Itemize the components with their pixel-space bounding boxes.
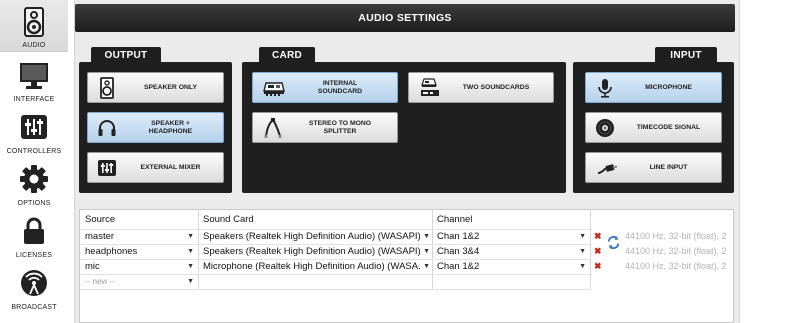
- button-label: TWO SOUNDCARDS: [462, 83, 530, 91]
- column-header-source: Source: [85, 214, 116, 225]
- vinyl-icon: [596, 118, 614, 137]
- chevron-down-icon: ▼: [579, 248, 586, 255]
- button-label: TIMECODE SIGNAL: [636, 123, 701, 131]
- sidebar: AUDIO INTERFACE CONTROLLERS OPTIONS LICE…: [0, 0, 68, 323]
- soundcard-select[interactable]: Speakers (Realtek High Definition Audio)…: [200, 245, 430, 260]
- sidebar-item-label: BROADCAST: [11, 304, 57, 311]
- stereo-to-mono-splitter-button[interactable]: STEREO TO MONO SPLITTER: [252, 112, 398, 143]
- channel-select[interactable]: Chan 3&4 ▼: [434, 245, 588, 260]
- timecode-signal-button[interactable]: TIMECODE SIGNAL: [585, 112, 722, 143]
- source-select[interactable]: mic ▼: [82, 260, 196, 275]
- channel-select[interactable]: Chan 1&2 ▼: [434, 260, 588, 275]
- button-label: SPEAKER ONLY: [143, 83, 197, 91]
- column-header-channel: Channel: [437, 214, 473, 225]
- chevron-down-icon: ▼: [187, 248, 194, 255]
- output-panel: SPEAKER ONLY SPEAKER + HEADPHONE EXTERNA…: [79, 62, 232, 193]
- chevron-down-icon: ▼: [579, 263, 586, 270]
- two-soundcards-icon: [421, 77, 439, 96]
- refresh-icon[interactable]: [606, 235, 621, 250]
- button-label: INTERNAL: [322, 79, 358, 87]
- chevron-down-icon: ▼: [423, 233, 430, 240]
- splitter-cable-icon: [264, 117, 282, 138]
- sidebar-item-broadcast[interactable]: BROADCAST: [0, 261, 68, 313]
- mixer-sliders-icon: [21, 115, 47, 139]
- speaker-headphone-button[interactable]: SPEAKER + HEADPHONE: [87, 112, 224, 143]
- format-info: 44100 Hz, 32-bit (float), 2: [625, 261, 727, 271]
- line-input-button[interactable]: LINE INPUT: [585, 152, 722, 183]
- broadcast-icon: [21, 270, 47, 296]
- button-label: MICROPHONE: [645, 83, 692, 91]
- sidebar-item-label: INTERFACE: [13, 96, 55, 103]
- routing-table: Source Sound Card Channel master ▼ Speak…: [79, 209, 734, 323]
- headphone-icon: [98, 119, 116, 136]
- sidebar-item-label: AUDIO: [22, 42, 46, 49]
- button-label: STEREO TO MONO: [308, 119, 372, 127]
- remove-icon[interactable]: ✖: [594, 246, 602, 257]
- soundcard-icon: [263, 81, 285, 96]
- card-panel: INTERNAL SOUNDCARD TWO SOUNDCARDS STEREO…: [242, 62, 566, 193]
- audio-settings-window: AUDIO INTERFACE CONTROLLERS OPTIONS LICE…: [0, 0, 800, 323]
- format-info: 44100 Hz, 32-bit (float), 2: [625, 231, 727, 241]
- mixer-icon: [98, 159, 116, 176]
- lock-icon: [24, 217, 44, 244]
- chevron-down-icon: ▼: [423, 248, 430, 255]
- source-select[interactable]: headphones ▼: [82, 245, 196, 260]
- microphone-button[interactable]: MICROPHONE: [585, 72, 722, 103]
- sidebar-item-interface[interactable]: INTERFACE: [0, 53, 68, 105]
- sidebar-item-controllers[interactable]: CONTROLLERS: [0, 105, 68, 157]
- button-label: EXTERNAL MIXER: [140, 163, 201, 171]
- internal-soundcard-button[interactable]: INTERNAL SOUNDCARD: [252, 72, 398, 103]
- new-source-select[interactable]: -- new -- ▼: [82, 275, 196, 290]
- sidebar-item-licenses[interactable]: LICENSES: [0, 209, 68, 261]
- chevron-down-icon: ▼: [187, 233, 194, 240]
- button-label-line2: HEADPHONE: [148, 127, 193, 135]
- button-label: LINE INPUT: [649, 163, 688, 171]
- microphone-icon: [598, 78, 612, 98]
- sidebar-item-label: OPTIONS: [17, 200, 51, 207]
- two-soundcards-button[interactable]: TWO SOUNDCARDS: [408, 72, 554, 103]
- line-cable-icon: [597, 163, 618, 174]
- button-label: SPEAKER +: [151, 119, 190, 127]
- channel-select[interactable]: Chan 1&2 ▼: [434, 230, 588, 245]
- speaker-only-button[interactable]: SPEAKER ONLY: [87, 72, 224, 103]
- sidebar-item-options[interactable]: OPTIONS: [0, 157, 68, 209]
- button-label-line2: SOUNDCARD: [317, 87, 363, 95]
- remove-icon[interactable]: ✖: [594, 231, 602, 242]
- source-select[interactable]: master ▼: [82, 230, 196, 245]
- sidebar-item-label: LICENSES: [15, 252, 53, 259]
- chevron-down-icon: ▼: [423, 263, 430, 270]
- sidebar-item-label: CONTROLLERS: [6, 148, 62, 155]
- chevron-down-icon: ▼: [187, 263, 194, 270]
- soundcard-select[interactable]: Microphone (Realtek High Definition Audi…: [200, 260, 430, 275]
- page-title: AUDIO SETTINGS: [75, 4, 735, 32]
- monitor-icon: [20, 63, 48, 89]
- column-header-soundcard: Sound Card: [203, 214, 254, 225]
- main-panel: AUDIO SETTINGS OUTPUT SPEAKER ONLY SPEAK…: [74, 0, 740, 323]
- format-info: 44100 Hz, 32-bit (float), 2: [625, 246, 727, 256]
- button-label-line2: SPLITTER: [323, 127, 357, 135]
- gear-icon: [20, 165, 48, 193]
- speaker-icon: [100, 76, 114, 99]
- soundcard-select[interactable]: Speakers (Realtek High Definition Audio)…: [200, 230, 430, 245]
- external-mixer-button[interactable]: EXTERNAL MIXER: [87, 152, 224, 183]
- remove-icon[interactable]: ✖: [594, 261, 602, 272]
- input-panel: MICROPHONE TIMECODE SIGNAL LINE INPUT: [573, 62, 734, 193]
- chevron-down-icon: ▼: [187, 278, 194, 285]
- chevron-down-icon: ▼: [579, 233, 586, 240]
- sidebar-item-audio[interactable]: AUDIO: [0, 0, 68, 52]
- speaker-icon: [24, 7, 44, 37]
